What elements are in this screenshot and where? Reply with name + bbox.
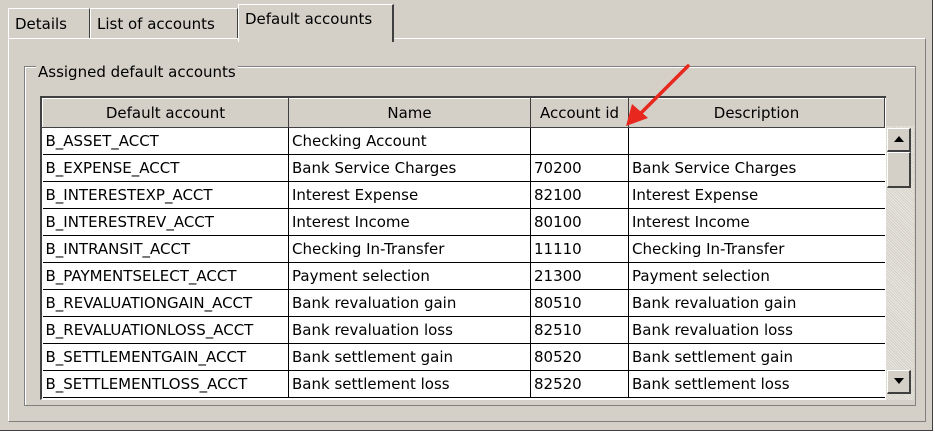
table-row[interactable]: B_INTERESTEXP_ACCT Interest Expense 82100 I… xyxy=(42,181,885,209)
table-row[interactable]: B_EXPENSE_ACCT Bank Service Charges 70200 B… xyxy=(42,154,885,182)
scrollbar-header-spacer xyxy=(886,96,914,126)
default-accounts-table: Default account Name Account id Descript… xyxy=(40,96,888,400)
cell-description[interactable]: Interest Income xyxy=(628,208,885,236)
cell-description[interactable]: Bank revaluation gain xyxy=(628,289,885,317)
cell-name[interactable]: Checking In-Transfer xyxy=(288,235,531,263)
tab-panel: Details List of accounts Default account… xyxy=(0,0,933,431)
cell-name[interactable]: Payment selection xyxy=(288,262,531,290)
cell-default-account[interactable]: B_REVALUATIONLOSS_ACCT xyxy=(42,316,289,344)
scroll-up-button[interactable] xyxy=(887,128,911,152)
column-header-account-id[interactable]: Account id xyxy=(530,98,629,128)
cell-default-account[interactable]: B_ASSET_ACCT xyxy=(42,127,289,155)
cell-default-account[interactable]: B_EXPENSE_ACCT xyxy=(42,154,289,182)
cell-default-account[interactable]: B_INTRANSIT_ACCT xyxy=(42,235,289,263)
table-row[interactable]: B_SETTLEMENTLOSS_ACCT Bank settlement los… xyxy=(42,370,885,398)
vertical-scrollbar[interactable] xyxy=(886,96,914,400)
cell-account-id[interactable]: 82510 xyxy=(530,316,629,344)
cell-default-account[interactable]: B_SETTLEMENTLOSS_ACCT xyxy=(42,370,289,398)
cell-description[interactable]: Interest Expense xyxy=(628,181,885,209)
table-row[interactable]: B_INTRANSIT_ACCT Checking In-Transfer 1111… xyxy=(42,235,885,263)
cell-description[interactable]: Checking In-Transfer xyxy=(628,235,885,263)
cell-account-id[interactable]: 80520 xyxy=(530,343,629,371)
tab-default-accounts[interactable]: Default accounts xyxy=(238,4,394,42)
cell-account-id[interactable]: 70200 xyxy=(530,154,629,182)
cell-description[interactable] xyxy=(628,127,885,155)
cell-description[interactable]: Bank Service Charges xyxy=(628,154,885,182)
tab-list-of-accounts[interactable]: List of accounts xyxy=(90,8,238,38)
cell-default-account[interactable]: B_INTERESTREV_ACCT xyxy=(42,208,289,236)
table-row[interactable]: B_PAYMENTSELECT_ACCT Payment selection 213… xyxy=(42,262,885,290)
cell-account-id[interactable]: 82520 xyxy=(530,370,629,398)
arrow-down-icon xyxy=(894,378,904,384)
cell-account-id[interactable]: 21300 xyxy=(530,262,629,290)
cell-name[interactable]: Bank settlement gain xyxy=(288,343,531,371)
column-header-default-account[interactable]: Default account xyxy=(42,98,289,128)
cell-name[interactable]: Bank Service Charges xyxy=(288,154,531,182)
cell-name[interactable]: Bank settlement loss xyxy=(288,370,531,398)
scroll-thumb[interactable] xyxy=(887,152,911,188)
cell-default-account[interactable]: B_INTERESTEXP_ACCT xyxy=(42,181,289,209)
table-row[interactable]: B_REVALUATIONLOSS_ACCT Bank revaluation l… xyxy=(42,316,885,344)
cell-account-id[interactable] xyxy=(530,127,629,155)
table-row[interactable]: B_ASSET_ACCT Checking Account xyxy=(42,127,885,155)
table-row[interactable]: B_SETTLEMENTGAIN_ACCT Bank settlement gai… xyxy=(42,343,885,371)
cell-description[interactable]: Payment selection xyxy=(628,262,885,290)
group-label: Assigned default accounts xyxy=(36,63,238,81)
table-row[interactable]: B_REVALUATIONGAIN_ACCT Bank revaluation g… xyxy=(42,289,885,317)
cell-name[interactable]: Bank revaluation loss xyxy=(288,316,531,344)
cell-name[interactable]: Interest Income xyxy=(288,208,531,236)
arrow-up-icon xyxy=(894,136,904,142)
cell-default-account[interactable]: B_REVALUATIONGAIN_ACCT xyxy=(42,289,289,317)
cell-description[interactable]: Bank settlement loss xyxy=(628,370,885,398)
cell-account-id[interactable]: 80100 xyxy=(530,208,629,236)
cell-default-account[interactable]: B_SETTLEMENTGAIN_ACCT xyxy=(42,343,289,371)
tab-details[interactable]: Details xyxy=(8,8,90,38)
cell-default-account[interactable]: B_PAYMENTSELECT_ACCT xyxy=(42,262,289,290)
cell-account-id[interactable]: 80510 xyxy=(530,289,629,317)
scroll-down-button[interactable] xyxy=(887,370,911,394)
cell-name[interactable]: Interest Expense xyxy=(288,181,531,209)
table-row[interactable]: B_INTERESTREV_ACCT Interest Income 80100 In… xyxy=(42,208,885,236)
column-header-name[interactable]: Name xyxy=(288,98,531,128)
cell-description[interactable]: Bank revaluation loss xyxy=(628,316,885,344)
red-annotation-arrow-icon xyxy=(626,64,690,126)
cell-account-id[interactable]: 82100 xyxy=(530,181,629,209)
cell-name[interactable]: Bank revaluation gain xyxy=(288,289,531,317)
cell-name[interactable]: Checking Account xyxy=(288,127,531,155)
cell-description[interactable]: Bank settlement gain xyxy=(628,343,885,371)
cell-account-id[interactable]: 11110 xyxy=(530,235,629,263)
